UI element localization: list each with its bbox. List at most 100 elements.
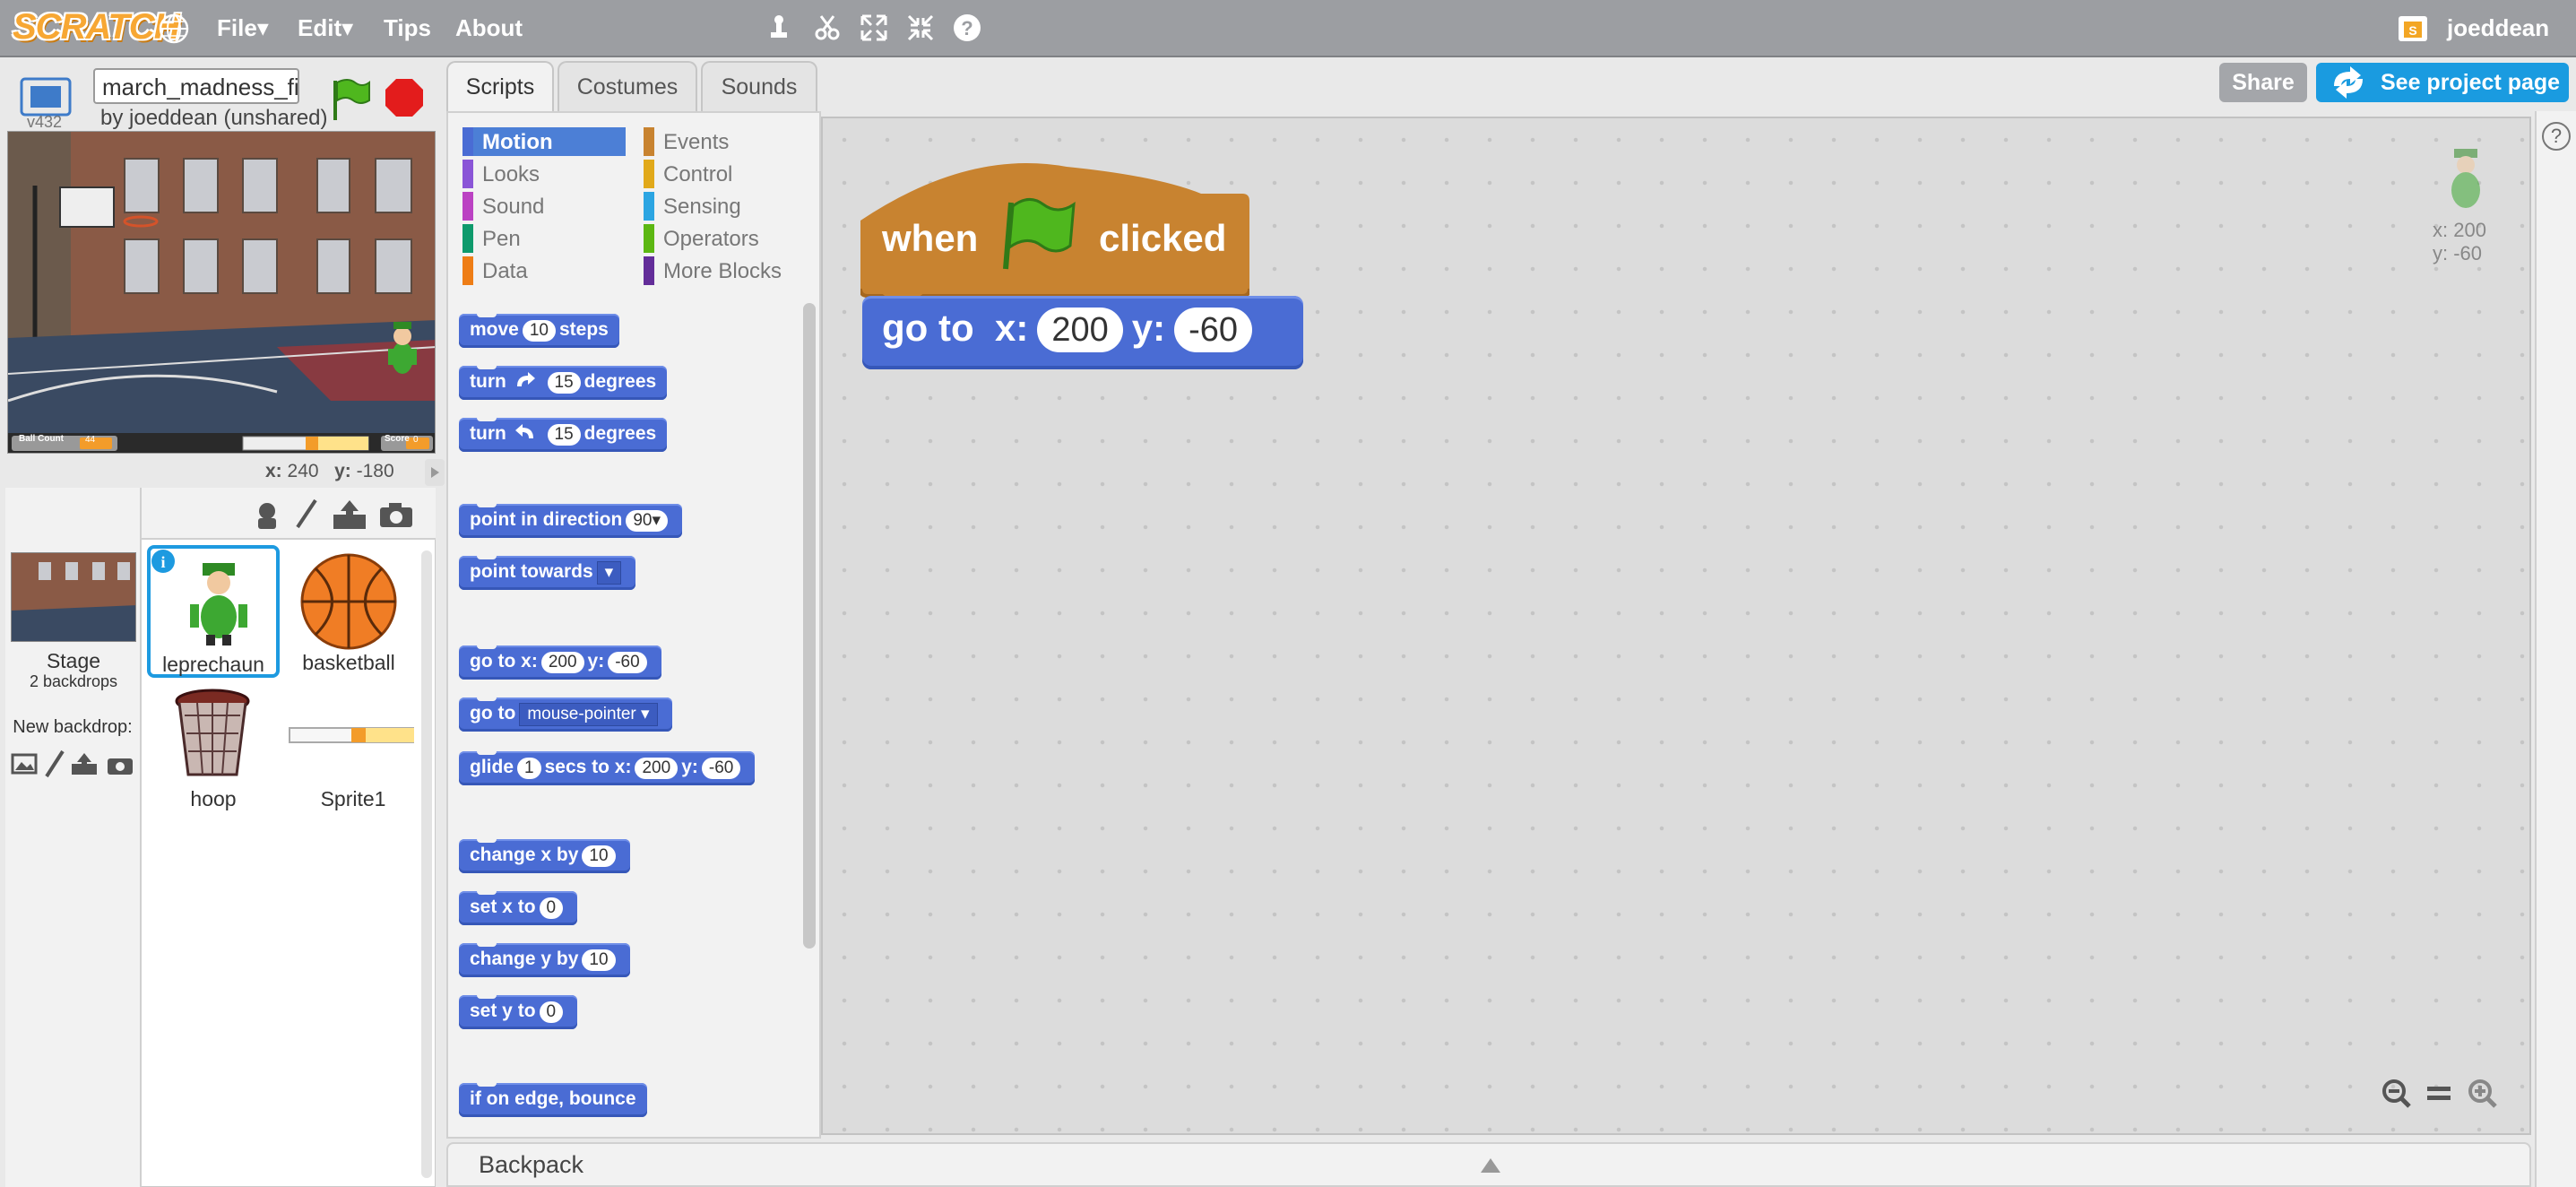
scratch-logo[interactable]: SCRATCH — [13, 7, 180, 50]
green-flag-icon[interactable] — [328, 75, 371, 122]
duplicate-stamp-icon[interactable] — [764, 13, 794, 43]
hat-when-text: when — [882, 217, 979, 259]
rotate-right-icon — [516, 372, 535, 386]
category-motion[interactable]: Motion — [462, 127, 626, 156]
help-tips-strip — [2535, 111, 2576, 1187]
delete-scissors-icon[interactable] — [812, 13, 843, 43]
power-bar-costume — [289, 727, 414, 743]
backpack-panel[interactable]: Backpack — [446, 1142, 2531, 1187]
menu-bar: SCRATCH File▾ Edit▾ Tips About ? S joedd… — [0, 0, 2576, 57]
zoom-reset-icon[interactable] — [2425, 1083, 2452, 1105]
backpack-label: Backpack — [479, 1151, 584, 1178]
category-control[interactable]: Control — [644, 160, 807, 188]
help-question-icon[interactable]: ? — [2542, 122, 2571, 151]
sprite-info-icon[interactable]: i — [151, 549, 177, 576]
backdrop-camera-icon[interactable] — [106, 753, 134, 776]
sprite-tile-basketball[interactable]: basketball — [292, 549, 427, 681]
category-looks-swatch — [462, 160, 473, 188]
category-sensing[interactable]: Sensing — [644, 192, 807, 221]
tab-sounds[interactable]: Sounds — [701, 61, 817, 111]
svg-text:i: i — [160, 553, 165, 571]
share-button[interactable]: Share — [2219, 63, 2307, 102]
choose-sprite-from-library-icon[interactable] — [251, 498, 283, 531]
block-go-to[interactable]: go to mouse-pointer ▾ — [459, 696, 672, 732]
upload-sprite-icon[interactable] — [332, 498, 367, 531]
backpack-expand-arrow-icon[interactable] — [1481, 1158, 1500, 1173]
hoop-costume — [175, 689, 250, 776]
new-backdrop-label: New backdrop: — [13, 717, 133, 737]
tips-menu[interactable]: Tips — [384, 14, 431, 42]
language-globe-icon[interactable] — [158, 13, 190, 45]
category-data[interactable]: Data — [462, 256, 626, 285]
edit-menu[interactable]: Edit▾ — [298, 14, 353, 42]
block-if-on-edge-bounce[interactable]: if on edge, bounce — [459, 1081, 647, 1117]
about-menu[interactable]: About — [455, 14, 523, 42]
sprite-tile-hoop[interactable]: hoop — [147, 685, 280, 818]
category-pen-swatch — [462, 224, 473, 253]
block-set-x[interactable]: set x to 0 — [459, 889, 578, 925]
hat-clicked-text: clicked — [1099, 217, 1227, 259]
block-point-towards[interactable]: point towards ▾ — [459, 554, 636, 590]
zoom-in-icon[interactable] — [2467, 1078, 2499, 1110]
help-tool-icon[interactable]: ? — [952, 13, 982, 43]
file-menu[interactable]: File▾ — [217, 14, 269, 42]
block-glide[interactable]: glide 1 secs to x: 200 y: -60 — [459, 749, 756, 785]
new-sprite-camera-icon[interactable] — [378, 500, 414, 529]
stage-label: Stage — [46, 649, 101, 672]
sprite-name: leprechaun — [162, 653, 264, 676]
paint-backdrop-icon[interactable] — [43, 749, 66, 778]
my-stuff-folder-icon[interactable]: S — [2397, 13, 2429, 45]
category-looks[interactable]: Looks — [462, 160, 626, 188]
leprechaun-costume — [190, 563, 247, 645]
fullscreen-icon[interactable] — [20, 77, 72, 117]
zoom-out-icon[interactable] — [2381, 1078, 2413, 1110]
block-change-y[interactable]: change y by 10 — [459, 941, 630, 977]
stop-sign-icon[interactable] — [384, 77, 425, 118]
palette-scrollbar[interactable] — [803, 303, 816, 949]
sprite-tile-leprechaun[interactable]: i leprechaun — [147, 545, 280, 678]
block-turn-right[interactable]: turn 15 degrees — [459, 364, 668, 400]
stage-canvas[interactable]: Ball Count 44 Score 0 — [7, 131, 436, 454]
block-move-steps[interactable]: move 10 steps — [459, 312, 619, 348]
category-data-swatch — [462, 256, 473, 285]
category-operators[interactable]: Operators — [644, 224, 807, 253]
category-events-swatch — [644, 127, 654, 156]
rotate-left-icon — [514, 424, 533, 438]
tab-scripts[interactable]: Scripts — [446, 61, 554, 113]
see-project-page-button[interactable]: See project page — [2316, 63, 2569, 102]
block-set-y[interactable]: set y to 0 — [459, 993, 578, 1029]
upload-backdrop-icon[interactable] — [70, 751, 99, 776]
basketball-costume — [300, 553, 397, 650]
stage-collapse-icon[interactable] — [425, 459, 445, 486]
tab-costumes[interactable]: Costumes — [558, 61, 697, 111]
paint-new-sprite-icon[interactable] — [290, 497, 323, 533]
stage-thumbnail[interactable] — [11, 552, 136, 642]
shrink-icon[interactable] — [905, 13, 936, 43]
refresh-arrows-icon — [2334, 66, 2363, 99]
block-point-in-direction[interactable]: point in direction 90▾ — [459, 502, 682, 538]
block-change-x[interactable]: change x by 10 — [459, 837, 630, 873]
block-go-to-xy[interactable]: go to x: 200 y: -60 — [459, 644, 661, 680]
block-turn-left[interactable]: turn 15 degrees — [459, 416, 668, 452]
sprite-name: basketball — [302, 651, 395, 674]
basketball-court-backdrop — [8, 132, 435, 453]
category-pen[interactable]: Pen — [462, 224, 626, 253]
sprite-position-readout: x: 200 y: -60 — [2433, 219, 2486, 264]
category-more-blocks[interactable]: More Blocks — [644, 256, 807, 285]
project-title-input[interactable]: march_madness_fi — [93, 68, 299, 104]
sprite-tile-sprite1[interactable]: Sprite1 — [283, 685, 427, 818]
category-more-blocks-swatch — [644, 256, 654, 285]
ball-count-value: 44 — [85, 435, 96, 445]
category-control-swatch — [644, 160, 654, 188]
score-value: 0 — [413, 435, 419, 445]
category-sound-swatch — [462, 192, 473, 221]
script-go-to-xy-block[interactable]: go to x: 200 y: -60 — [862, 296, 1303, 369]
backdrop-library-icon[interactable] — [11, 751, 38, 776]
y-input[interactable]: -60 — [1174, 308, 1253, 352]
x-input[interactable]: 200 — [1037, 308, 1123, 352]
grow-icon[interactable] — [859, 13, 889, 43]
category-sound[interactable]: Sound — [462, 192, 626, 221]
sprite-list-scrollbar[interactable] — [421, 550, 432, 1178]
category-events[interactable]: Events — [644, 127, 807, 156]
user-menu[interactable]: joeddean — [2447, 14, 2549, 42]
